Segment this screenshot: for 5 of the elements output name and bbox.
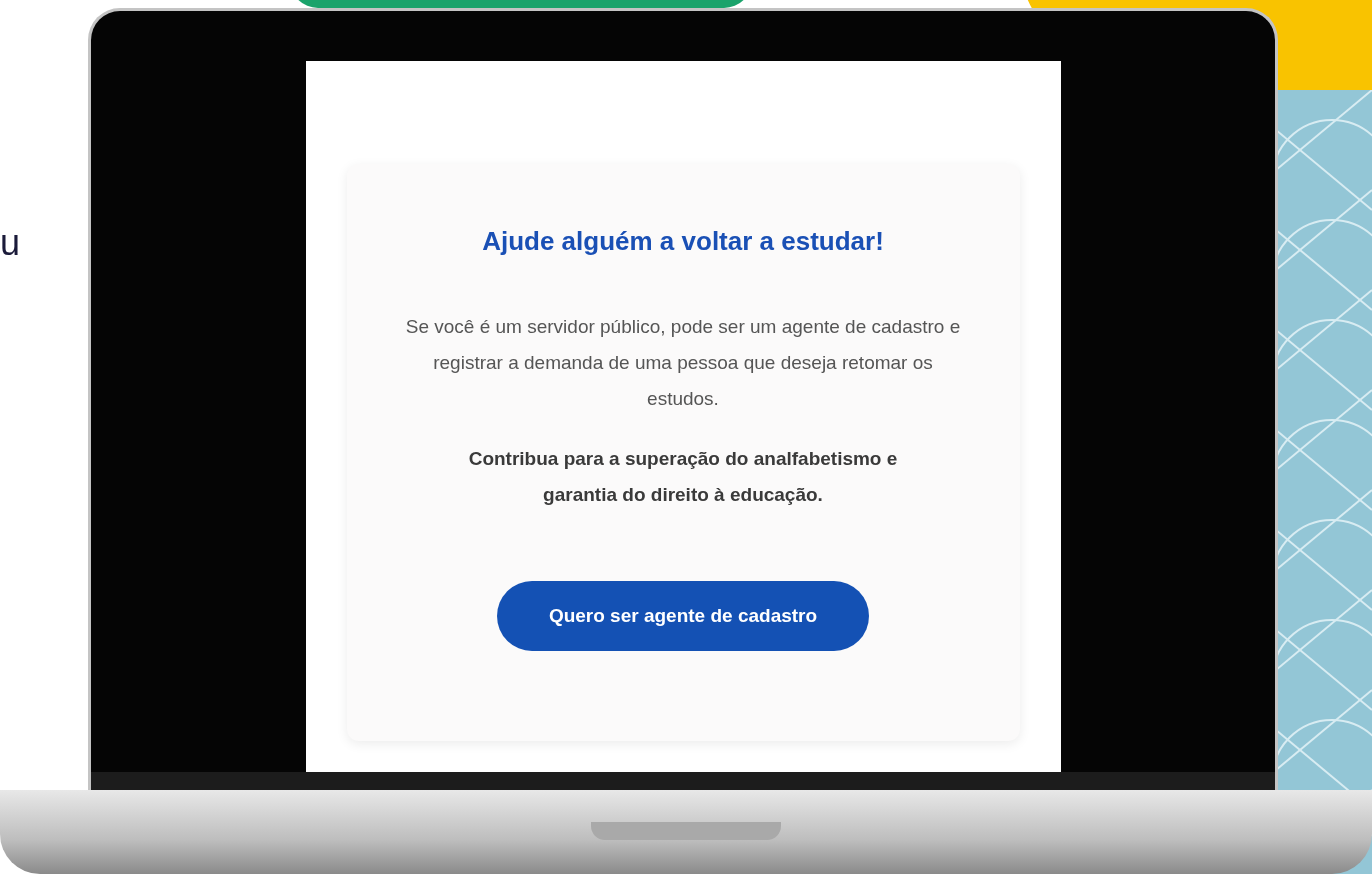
card-description: Se você é um servidor público, pode ser um agente de cadastro e registrar a demanda de uma pessoa que deseja retomar os estudos. (404, 315, 962, 411)
card-emphasis-text: Contribua para a superação do analfabetismo e garantia do direito à educação. (467, 447, 899, 507)
card-title: Ajude alguém a voltar a estudar! (482, 226, 884, 257)
register-agent-button[interactable]: Quero ser agente de cadastro (497, 581, 869, 651)
heading-text: u (0, 222, 21, 264)
